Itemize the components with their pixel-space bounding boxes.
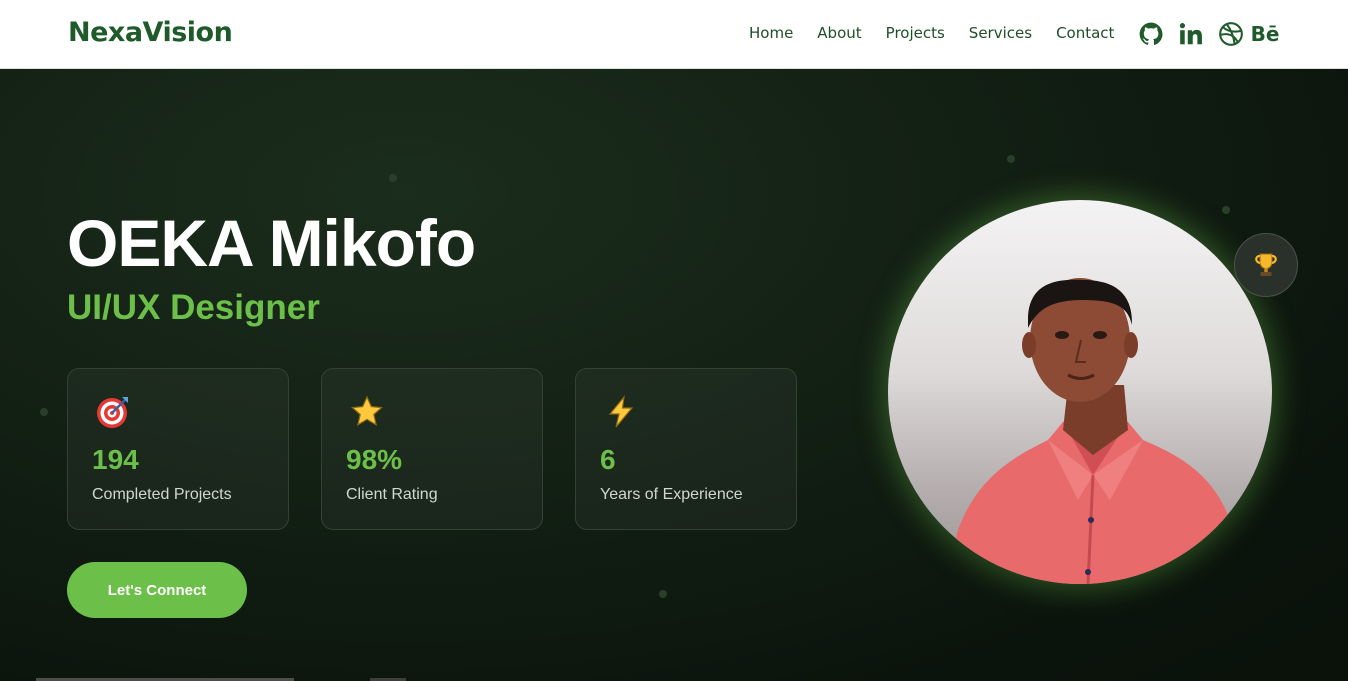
github-icon[interactable]	[1137, 20, 1165, 48]
top-navbar: NexaVision Home About Projects Services …	[0, 0, 1348, 69]
lets-connect-button[interactable]: Let's Connect	[67, 562, 247, 618]
main-nav: Home About Projects Services Contact	[749, 24, 1138, 42]
stat-value: 98%	[346, 444, 403, 475]
nav-contact[interactable]: Contact	[1056, 24, 1114, 42]
decor-dot	[659, 590, 667, 598]
decor-dot	[1007, 155, 1015, 163]
social-links: Bē	[1137, 20, 1297, 48]
brand-logo[interactable]: NexaVision	[68, 17, 233, 48]
stat-card-rating: 98% Client Rating	[321, 368, 543, 530]
nav-home[interactable]: Home	[749, 24, 793, 42]
profile-photo	[888, 200, 1272, 584]
nav-about[interactable]: About	[817, 24, 861, 42]
stat-value: 194	[92, 444, 139, 475]
trophy-icon[interactable]	[1234, 233, 1298, 297]
stat-card-experience: 6 Years of Experience	[575, 368, 797, 530]
stat-label: Years of Experience	[600, 486, 743, 503]
lightning-icon	[604, 394, 638, 429]
decor-dot	[40, 408, 48, 416]
nav-projects[interactable]: Projects	[886, 24, 945, 42]
stat-label: Client Rating	[346, 486, 438, 503]
decor-dot	[1222, 206, 1230, 214]
behance-icon[interactable]: Bē	[1251, 20, 1285, 48]
stat-card-projects: 194 Completed Projects	[67, 368, 289, 530]
dribbble-icon[interactable]	[1217, 20, 1245, 48]
decor-dot	[389, 174, 397, 182]
stat-label: Completed Projects	[92, 486, 232, 503]
stat-value: 6	[600, 444, 616, 475]
target-icon	[96, 395, 130, 429]
nav-services[interactable]: Services	[969, 24, 1032, 42]
star-icon	[350, 395, 384, 429]
linkedin-icon[interactable]	[1177, 20, 1205, 48]
hero-name: OEKA Mikofo	[67, 206, 476, 280]
hero-role: UI/UX Designer	[67, 288, 320, 327]
hero-section: OEKA Mikofo UI/UX Designer 194 Completed…	[0, 69, 1348, 681]
